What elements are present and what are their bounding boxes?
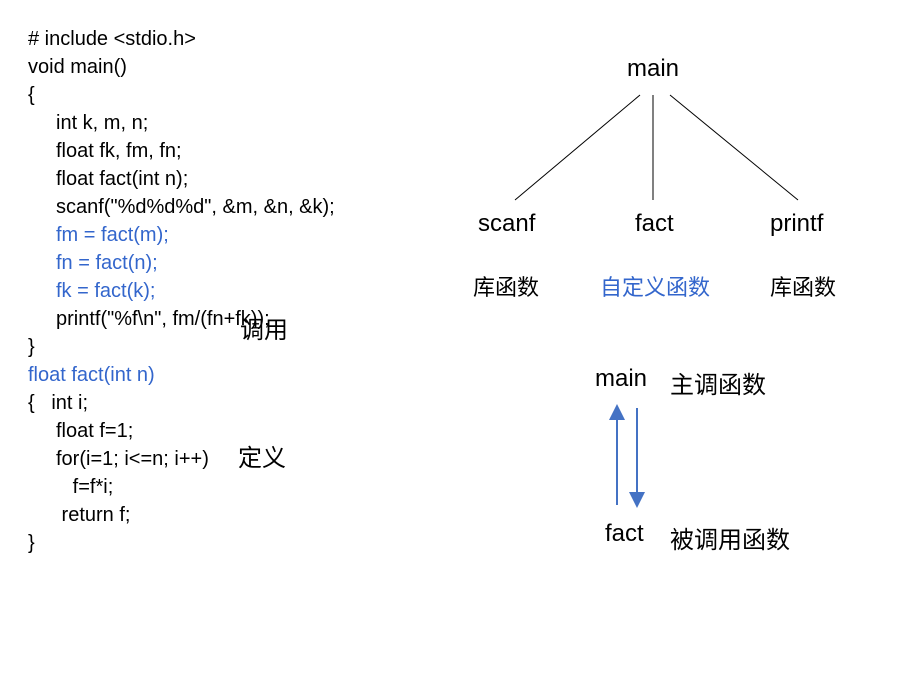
caption-mid: 自定义函数 xyxy=(600,270,710,302)
code-line: float f=1; xyxy=(28,417,335,445)
caption-left: 库函数 xyxy=(473,270,539,302)
code-line: printf("%f\n", fm/(fn+fk)); xyxy=(28,305,335,333)
code-block: # include <stdio.h> void main() { int k,… xyxy=(28,25,335,557)
tree-diagram: main scanf fact printf 库函数 自定义函数 库函数 xyxy=(440,40,900,340)
code-line: # include <stdio.h> xyxy=(28,25,335,53)
code-line: int k, m, n; xyxy=(28,109,335,137)
code-line: } xyxy=(28,529,335,557)
annotation-call: 调用 xyxy=(240,310,288,345)
code-line: fn = fact(n); xyxy=(28,249,335,277)
code-line: { int i; xyxy=(28,389,335,417)
call-arrows xyxy=(580,360,780,540)
code-line: f=f*i; xyxy=(28,473,335,501)
code-line: { xyxy=(28,81,335,109)
code-line: float fact(int n) xyxy=(28,361,335,389)
tree-leaf-fact: fact xyxy=(635,210,674,238)
code-line: for(i=1; i<=n; i++) xyxy=(28,445,335,473)
tree-leaf-scanf: scanf xyxy=(478,210,535,238)
call-bottom-label: fact xyxy=(605,520,644,548)
code-line: fm = fact(m); xyxy=(28,221,335,249)
code-line: float fact(int n); xyxy=(28,165,335,193)
call-bottom-caption: 被调用函数 xyxy=(670,520,790,555)
code-line: float fk, fm, fn; xyxy=(28,137,335,165)
annotation-define: 定义 xyxy=(238,438,286,473)
code-line: fk = fact(k); xyxy=(28,277,335,305)
caption-right: 库函数 xyxy=(770,270,836,302)
code-line: void main() xyxy=(28,53,335,81)
code-line: } xyxy=(28,333,335,361)
code-line: return f; xyxy=(28,501,335,529)
code-line: scanf("%d%d%d", &m, &n, &k); xyxy=(28,193,335,221)
call-diagram: main 主调函数 fact 被调用函数 xyxy=(580,360,920,560)
tree-leaf-printf: printf xyxy=(770,210,823,238)
